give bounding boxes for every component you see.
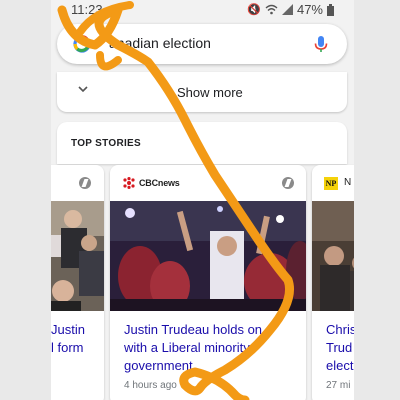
np-source-label: N	[344, 177, 352, 188]
show-more-button[interactable]: Show more	[57, 72, 347, 112]
phone-screen: 11:23 🔇 47% anadian election Show more T…	[51, 0, 354, 400]
amp-badge-icon	[282, 177, 294, 189]
cbc-source-label: CBCnews	[139, 178, 180, 188]
status-icons: 🔇 47%	[247, 2, 334, 17]
story-headline-right-line2[interactable]: Trud	[326, 339, 352, 357]
microphone-icon[interactable]	[311, 34, 331, 54]
top-stories-header: TOP STORIES	[57, 122, 347, 164]
story-headline-cbc-line3[interactable]: government	[124, 357, 193, 375]
cbc-source: CBCnews	[122, 177, 180, 189]
chevron-down-icon	[77, 82, 89, 98]
story-headline-cbc-line1[interactable]: Justin Trudeau holds on	[124, 321, 262, 339]
show-more-label: Show more	[177, 85, 243, 100]
top-stories-label: TOP STORIES	[71, 138, 141, 149]
wifi-icon	[265, 4, 278, 15]
search-bar[interactable]: anadian election	[57, 24, 347, 64]
story-headline-cbc-line2[interactable]: with a Liberal minority	[124, 339, 250, 357]
national-post-logo-icon: NP	[324, 177, 338, 190]
mute-icon: 🔇	[247, 4, 261, 16]
story-card-cbc[interactable]: CBCnews Justin Trudeau holds on with a L…	[110, 165, 306, 400]
story-photo-cbc	[110, 201, 306, 311]
story-time-cbc: 4 hours ago	[124, 380, 177, 391]
search-query[interactable]: anadian election	[109, 35, 211, 51]
cbc-gem-logo-icon	[123, 177, 135, 189]
story-headline-right-line1[interactable]: Chris	[326, 321, 354, 339]
story-photo-left	[51, 201, 104, 311]
story-headline-right-line3[interactable]: elect	[326, 357, 353, 375]
story-photo-right	[312, 201, 354, 311]
story-card-right[interactable]: NP N Chris Trud elect 27 mi	[312, 165, 354, 400]
status-bar: 11:23 🔇 47%	[51, 0, 354, 20]
story-time-right: 27 mi	[326, 380, 351, 391]
signal-icon	[281, 4, 293, 15]
story-headline-left-line2[interactable]: l form	[51, 339, 84, 357]
battery-icon	[327, 3, 334, 16]
story-card-left[interactable]: Justin l form	[51, 165, 104, 400]
status-time: 11:23	[71, 2, 103, 17]
story-headline-left-line1[interactable]: Justin	[51, 321, 85, 339]
battery-percent: 47%	[296, 2, 323, 17]
google-logo-icon	[73, 35, 91, 53]
amp-badge-icon	[79, 177, 91, 189]
